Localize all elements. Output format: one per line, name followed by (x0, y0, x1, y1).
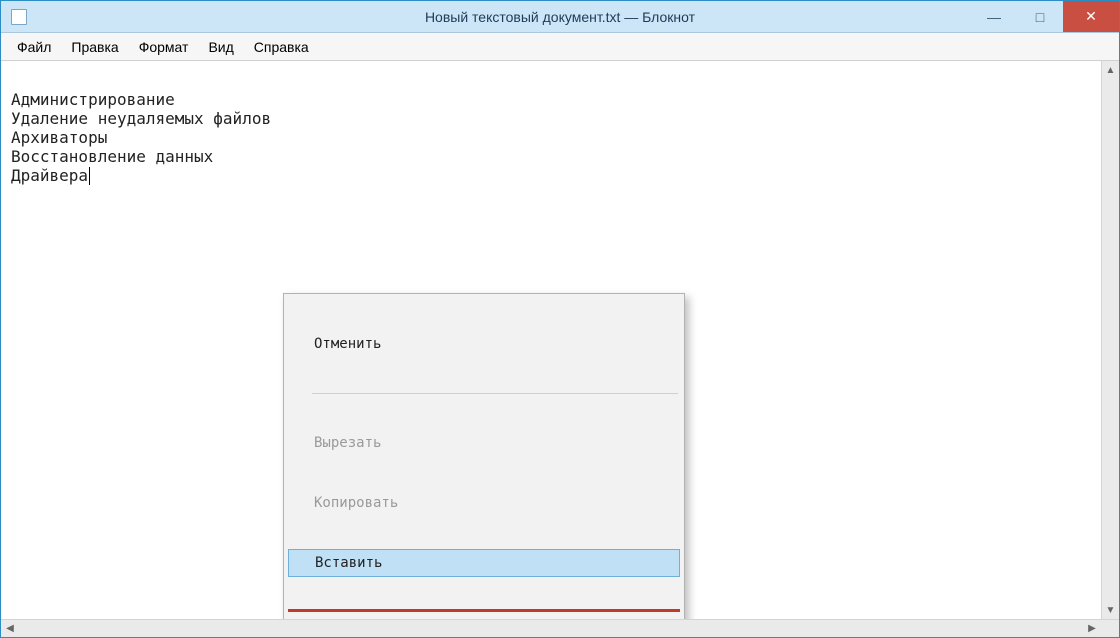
vertical-scrollbar[interactable]: ▲ ▼ (1101, 61, 1119, 619)
ctx-copy[interactable]: Копировать (286, 489, 682, 517)
editor-line: Восстановление данных (11, 147, 213, 166)
close-button[interactable]: ✕ (1063, 1, 1119, 32)
menu-format[interactable]: Формат (129, 35, 199, 59)
minimize-button[interactable]: — (971, 1, 1017, 32)
scroll-track[interactable] (19, 620, 1083, 637)
app-window: Новый текстовый документ.txt — Блокнот —… (0, 0, 1120, 638)
separator (312, 393, 678, 394)
scroll-left-icon[interactable]: ◀ (1, 620, 19, 637)
resize-grip[interactable] (1101, 620, 1119, 637)
editor-area: Администрирование Удаление неудаляемых ф… (1, 61, 1119, 619)
scroll-right-icon[interactable]: ▶ (1083, 620, 1101, 637)
window-title: Новый текстовый документ.txt — Блокнот (1, 9, 1119, 25)
menu-file[interactable]: Файл (7, 35, 61, 59)
context-menu: Отменить Вырезать Копировать Вставить Уд… (283, 293, 685, 619)
menu-help[interactable]: Справка (244, 35, 319, 59)
editor-line: Драйвера (11, 166, 88, 185)
menu-view[interactable]: Вид (198, 35, 243, 59)
ctx-paste[interactable]: Вставить (288, 549, 680, 577)
menubar: Файл Правка Формат Вид Справка (1, 33, 1119, 61)
scroll-down-icon[interactable]: ▼ (1102, 601, 1119, 619)
text-cursor (89, 167, 90, 185)
titlebar[interactable]: Новый текстовый документ.txt — Блокнот —… (1, 1, 1119, 33)
horizontal-scrollbar[interactable]: ◀ ▶ (1, 619, 1119, 637)
ctx-undo[interactable]: Отменить (286, 330, 682, 358)
ctx-cut[interactable]: Вырезать (286, 429, 682, 457)
editor-line: Удаление неудаляемых файлов (11, 109, 271, 128)
window-controls: — □ ✕ (971, 1, 1119, 32)
editor-line: Администрирование (11, 90, 175, 109)
text-editor[interactable]: Администрирование Удаление неудаляемых ф… (1, 61, 1101, 619)
editor-line: Архиваторы (11, 128, 107, 147)
highlight-underline (288, 609, 680, 612)
menu-edit[interactable]: Правка (61, 35, 128, 59)
maximize-button[interactable]: □ (1017, 1, 1063, 32)
scroll-up-icon[interactable]: ▲ (1102, 61, 1119, 79)
app-icon (11, 9, 27, 25)
